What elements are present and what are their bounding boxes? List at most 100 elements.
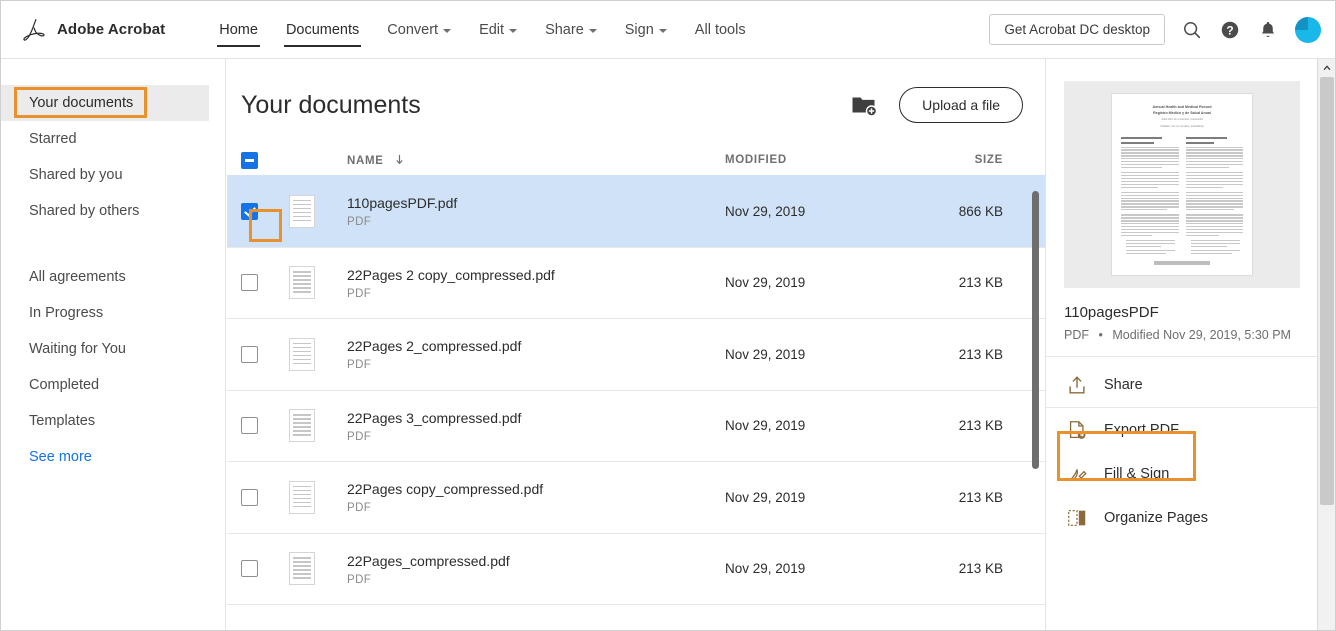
upload-a-file-button[interactable]: Upload a file bbox=[899, 87, 1023, 123]
file-name: 110pagesPDF.pdf bbox=[347, 194, 725, 213]
thumbnail-title-line2: Registro Médico y de Salud Anual bbox=[1121, 110, 1243, 116]
browser-vertical-scrollbar[interactable] bbox=[1317, 59, 1335, 631]
main-header-actions: Upload a file bbox=[851, 87, 1023, 123]
sort-descending-arrow-icon bbox=[394, 154, 405, 165]
chevron-down-icon bbox=[509, 29, 517, 33]
table-row[interactable]: 22Pages 3_compressed.pdf PDF Nov 29, 201… bbox=[227, 390, 1045, 462]
row-size: 866 KB bbox=[915, 204, 1045, 219]
row-checkbox-cell bbox=[241, 203, 289, 220]
column-header-size[interactable]: SIZE bbox=[915, 154, 1045, 166]
nav-item-home[interactable]: Home bbox=[205, 1, 272, 59]
row-thumbnail-cell bbox=[289, 552, 347, 585]
search-icon[interactable] bbox=[1181, 19, 1203, 41]
browser-scrollbar-thumb[interactable] bbox=[1320, 77, 1334, 505]
row-checkbox[interactable] bbox=[241, 560, 258, 577]
document-thumbnail-large: Annual Health and Medical Record Registr… bbox=[1111, 93, 1253, 276]
acrobat-web-app: Adobe Acrobat Home Documents Convert Edi… bbox=[0, 0, 1336, 631]
row-modified: Nov 29, 2019 bbox=[725, 204, 915, 219]
sidebar-item-see-more[interactable]: See more bbox=[1, 439, 209, 475]
scroll-up-button[interactable] bbox=[1318, 59, 1336, 77]
sidebar-item-in-progress[interactable]: In Progress bbox=[1, 295, 209, 331]
table-row[interactable]: 22Pages copy_compressed.pdf PDF Nov 29, … bbox=[227, 461, 1045, 533]
column-header-modified[interactable]: MODIFIED bbox=[725, 154, 915, 166]
column-header-name[interactable]: NAME bbox=[347, 154, 725, 167]
nav-item-convert[interactable]: Convert bbox=[373, 1, 465, 59]
row-size: 213 KB bbox=[915, 490, 1045, 505]
table-row[interactable]: 22Pages_compressed.pdf PDF Nov 29, 2019 … bbox=[227, 533, 1045, 605]
row-thumbnail-cell bbox=[289, 409, 347, 442]
nav-label: Documents bbox=[286, 22, 359, 38]
row-checkbox-cell bbox=[241, 489, 289, 506]
row-modified: Nov 29, 2019 bbox=[725, 490, 915, 505]
row-checkbox-cell bbox=[241, 274, 289, 291]
brand[interactable]: Adobe Acrobat bbox=[19, 15, 165, 45]
nav-item-sign[interactable]: Sign bbox=[611, 1, 681, 59]
action-organize-pages[interactable]: Organize Pages bbox=[1046, 496, 1318, 540]
sidebar-item-your-documents[interactable]: Your documents bbox=[1, 85, 209, 121]
pdf-thumbnail-icon bbox=[289, 409, 315, 442]
nav-item-all-tools[interactable]: All tools bbox=[681, 1, 760, 59]
row-checkbox-cell bbox=[241, 417, 289, 434]
file-info-block: 110pagesPDF PDF • Modified Nov 29, 2019,… bbox=[1046, 288, 1318, 357]
row-checkbox[interactable] bbox=[241, 203, 258, 220]
preview-modified-value: Nov 29, 2019, 5:30 PM bbox=[1163, 328, 1291, 342]
nav-item-edit[interactable]: Edit bbox=[465, 1, 531, 59]
sidebar-item-waiting-for-you[interactable]: Waiting for You bbox=[1, 331, 209, 367]
row-size: 213 KB bbox=[915, 275, 1045, 290]
table-rows: 110pagesPDF.pdf PDF Nov 29, 2019 866 KB bbox=[227, 175, 1045, 618]
sidebar-item-shared-by-you[interactable]: Shared by you bbox=[1, 157, 209, 193]
table-vertical-scrollbar[interactable] bbox=[1032, 191, 1039, 469]
nav-item-documents[interactable]: Documents bbox=[272, 1, 373, 59]
nav-label: Share bbox=[545, 22, 584, 38]
row-checkbox[interactable] bbox=[241, 489, 258, 506]
chevron-down-icon bbox=[443, 29, 451, 33]
table-row[interactable]: 22Pages 2 copy_compressed.pdf PDF Nov 29… bbox=[227, 247, 1045, 319]
main-header: Your documents Upload a file bbox=[227, 59, 1045, 123]
sidebar: Your documents Starred Shared by you Sha… bbox=[1, 59, 226, 631]
nav-item-share[interactable]: Share bbox=[531, 1, 611, 59]
get-acrobat-desktop-button[interactable]: Get Acrobat DC desktop bbox=[989, 14, 1165, 45]
sidebar-item-label: See more bbox=[29, 449, 92, 465]
sidebar-item-shared-by-others[interactable]: Shared by others bbox=[1, 193, 209, 229]
nav-label: Convert bbox=[387, 22, 438, 38]
sidebar-item-all-agreements[interactable]: All agreements bbox=[1, 259, 209, 295]
row-checkbox[interactable] bbox=[241, 346, 258, 363]
header-actions: Get Acrobat DC desktop ? bbox=[989, 14, 1321, 45]
fill-and-sign-pen-icon bbox=[1066, 463, 1088, 485]
document-preview[interactable]: Annual Health and Medical Record Registr… bbox=[1064, 81, 1300, 288]
sidebar-item-label: Templates bbox=[29, 413, 95, 429]
sidebar-item-label: Shared by others bbox=[29, 203, 139, 219]
pdf-thumbnail-icon bbox=[289, 266, 315, 299]
select-all-checkbox[interactable] bbox=[241, 152, 258, 169]
notifications-bell-icon[interactable] bbox=[1257, 19, 1279, 41]
file-name: 22Pages 2_compressed.pdf bbox=[347, 337, 725, 356]
file-type: PDF bbox=[347, 288, 725, 300]
pdf-thumbnail-icon bbox=[289, 195, 315, 228]
main-content: Your documents Upload a file NAME bbox=[227, 59, 1045, 631]
row-name-cell: 22Pages 2_compressed.pdf PDF bbox=[347, 337, 725, 371]
row-name-cell: 22Pages copy_compressed.pdf PDF bbox=[347, 480, 725, 514]
row-modified: Nov 29, 2019 bbox=[725, 275, 915, 290]
new-folder-icon[interactable] bbox=[851, 93, 877, 117]
thumbnail-columns bbox=[1121, 137, 1243, 257]
share-upload-icon bbox=[1066, 374, 1088, 396]
preview-file-type: PDF bbox=[1064, 328, 1089, 342]
user-avatar[interactable] bbox=[1295, 17, 1321, 43]
table-row[interactable]: 22Pages 2_compressed.pdf PDF Nov 29, 201… bbox=[227, 318, 1045, 390]
pdf-thumbnail-icon bbox=[289, 552, 315, 585]
action-export-pdf[interactable]: Export PDF bbox=[1046, 408, 1318, 452]
file-type: PDF bbox=[347, 502, 725, 514]
row-thumbnail-cell bbox=[289, 195, 347, 228]
file-name: 22Pages_compressed.pdf bbox=[347, 552, 725, 571]
preview-file-name: 110pagesPDF bbox=[1064, 304, 1300, 321]
help-icon[interactable]: ? bbox=[1219, 19, 1241, 41]
sidebar-item-starred[interactable]: Starred bbox=[1, 121, 209, 157]
row-checkbox[interactable] bbox=[241, 417, 258, 434]
action-share[interactable]: Share bbox=[1046, 363, 1318, 407]
sidebar-item-completed[interactable]: Completed bbox=[1, 367, 209, 403]
row-checkbox[interactable] bbox=[241, 274, 258, 291]
action-fill-and-sign[interactable]: Fill & Sign bbox=[1046, 452, 1318, 496]
table-row[interactable]: 110pagesPDF.pdf PDF Nov 29, 2019 866 KB bbox=[227, 175, 1045, 247]
sidebar-item-templates[interactable]: Templates bbox=[1, 403, 209, 439]
action-label: Fill & Sign bbox=[1104, 466, 1169, 482]
